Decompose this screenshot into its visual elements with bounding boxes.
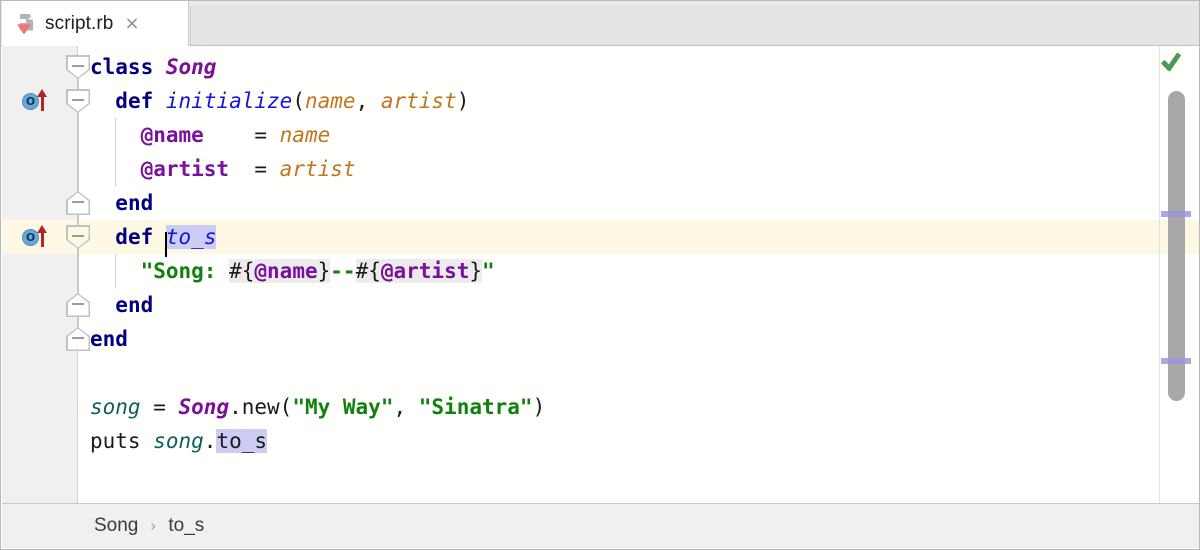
code-token: (: [292, 89, 305, 113]
code-line[interactable]: @name = name: [90, 118, 330, 152]
code-line[interactable]: puts song.to_s: [90, 424, 267, 458]
code-token: song: [153, 429, 204, 453]
code-token: ): [457, 89, 470, 113]
code-token: @artist: [141, 157, 230, 181]
tab-strip-empty-area: [190, 6, 1199, 45]
tab-script-rb[interactable]: script.rb ×: [2, 1, 189, 46]
vertical-scrollbar-thumb[interactable]: [1168, 91, 1185, 401]
code-line[interactable]: @artist = artist: [90, 152, 356, 186]
code-token: [90, 191, 115, 215]
code-token: [90, 157, 141, 181]
code-token: def: [115, 89, 153, 113]
code-line[interactable]: def to_s: [90, 220, 216, 254]
code-line[interactable]: "Song: #{@name}--#{@artist}": [90, 254, 495, 288]
code-token: class: [90, 55, 153, 79]
code-token: artist: [280, 157, 356, 181]
code-text-layer[interactable]: class Song def initialize(name, artist) …: [2, 46, 1199, 505]
code-token: .: [204, 429, 217, 453]
code-token: initialize: [166, 89, 292, 113]
code-token: name: [280, 123, 331, 147]
code-token: @name: [254, 259, 317, 283]
code-token: }: [469, 259, 482, 283]
code-token: "Sinatra": [419, 395, 533, 419]
code-token: @artist: [381, 259, 470, 283]
code-token: song: [90, 395, 141, 419]
code-token: end: [90, 327, 128, 351]
chevron-right-icon: ›: [150, 517, 156, 535]
code-line[interactable]: end: [90, 186, 153, 220]
code-token: #{: [356, 259, 381, 283]
code-line[interactable]: end: [90, 288, 153, 322]
usage-marker-stripe[interactable]: [1161, 211, 1191, 217]
code-token: .new(: [229, 395, 292, 419]
breadcrumb: Song › to_s: [2, 503, 1199, 548]
code-editor[interactable]: OO class Song def initialize(name, artis…: [2, 46, 1199, 505]
code-token: [90, 225, 115, 249]
code-token: }: [318, 259, 331, 283]
ruby-file-icon: [16, 13, 36, 35]
code-token: "Song:: [141, 259, 230, 283]
code-token: end: [115, 191, 153, 215]
code-line[interactable]: song = Song.new("My Way", "Sinatra"): [90, 390, 545, 424]
code-token: [90, 123, 141, 147]
code-token: --: [330, 259, 355, 283]
tab-label: script.rb: [45, 13, 113, 35]
code-token: [90, 259, 141, 283]
code-token: @name: [141, 123, 204, 147]
editor-tab-bar: script.rb ×: [1, 1, 1199, 46]
breadcrumb-item-class[interactable]: Song: [94, 515, 138, 537]
code-token: puts: [90, 429, 153, 453]
usage-marker-stripe[interactable]: [1161, 358, 1191, 364]
code-token: ,: [393, 395, 418, 419]
code-token: #{: [229, 259, 254, 283]
code-token: [153, 89, 166, 113]
code-line[interactable]: def initialize(name, artist): [90, 84, 469, 118]
code-token: [153, 55, 166, 79]
code-token: =: [229, 157, 280, 181]
code-token: ": [482, 259, 495, 283]
close-icon[interactable]: ×: [124, 15, 139, 33]
code-token: ): [533, 395, 546, 419]
code-token: name: [305, 89, 356, 113]
code-token: =: [204, 123, 280, 147]
code-line[interactable]: end: [90, 322, 128, 356]
ide-editor-window: script.rb × OO class Song def initialize…: [0, 0, 1200, 550]
code-line[interactable]: class Song: [90, 50, 216, 84]
code-token: to_s: [216, 429, 267, 453]
code-token: to_s: [166, 225, 217, 249]
breadcrumb-item-method[interactable]: to_s: [168, 515, 204, 537]
code-token: Song: [179, 395, 230, 419]
code-token: Song: [166, 55, 217, 79]
code-token: def: [115, 225, 153, 249]
code-token: =: [141, 395, 179, 419]
code-token: ,: [356, 89, 381, 113]
inspections-ok-checkmark-icon[interactable]: [1163, 52, 1189, 74]
code-token: artist: [381, 89, 457, 113]
editor-marker-bar[interactable]: [1159, 46, 1199, 505]
code-token: [90, 89, 115, 113]
code-token: [90, 293, 115, 317]
code-token: end: [115, 293, 153, 317]
code-token: "My Way": [292, 395, 393, 419]
